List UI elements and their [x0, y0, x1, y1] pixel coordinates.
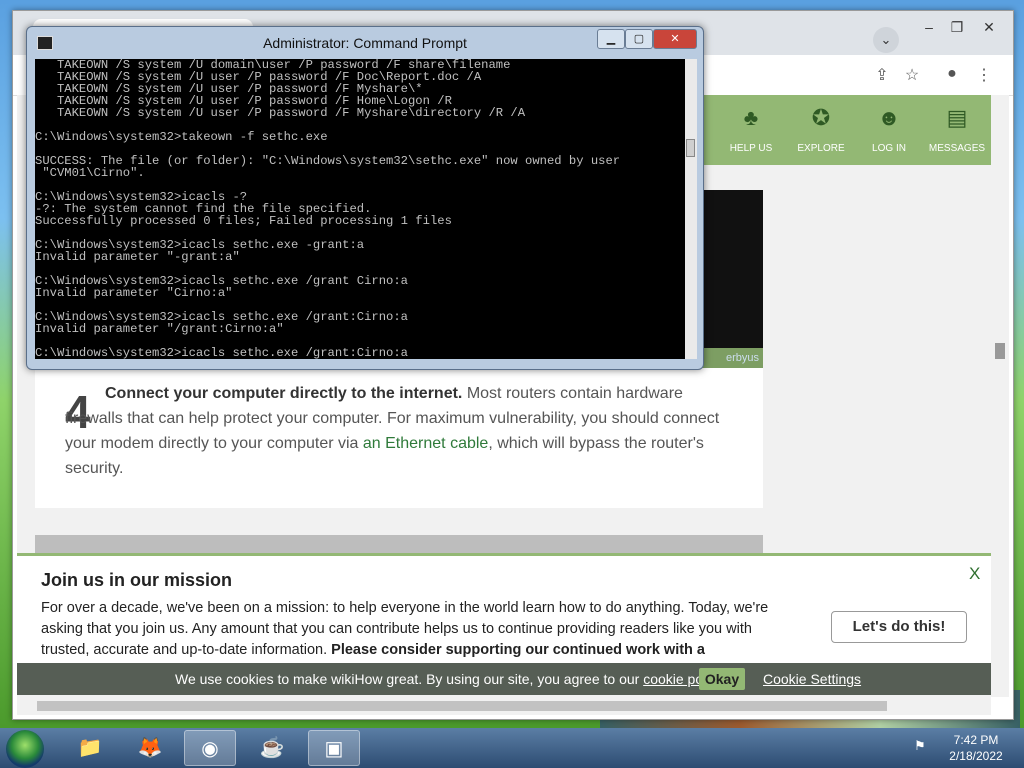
nav-messages[interactable]: ▤ MESSAGES	[923, 95, 991, 165]
banner-body-bold: Please consider supporting our continued…	[331, 642, 705, 658]
cookie-bar: We use cookies to make wikiHow great. By…	[17, 663, 991, 695]
cmd-close-icon[interactable]: ✕	[653, 29, 697, 49]
user-icon: ☻	[877, 105, 901, 130]
chrome-icon[interactable]: ◉	[184, 730, 236, 766]
cmd-titlebar[interactable]: Administrator: Command Prompt ▁ ▢ ✕	[27, 27, 703, 57]
command-prompt-window: Administrator: Command Prompt ▁ ▢ ✕ TAKE…	[26, 26, 704, 370]
close-icon[interactable]: ✕	[975, 17, 1003, 37]
cmd-taskbar-icon[interactable]: ▣	[308, 730, 360, 766]
scrollbar-thumb[interactable]	[995, 343, 1005, 359]
action-center-flag-icon[interactable]: ⚑	[914, 738, 926, 754]
chat-icon: ▤	[946, 105, 968, 130]
maximize-icon[interactable]: ❐	[943, 17, 971, 37]
cmd-console[interactable]: TAKEOWN /S system /U domain\user /P pass…	[35, 59, 685, 359]
banner-close-icon[interactable]: X	[969, 564, 980, 584]
nav-explore[interactable]: ✪ EXPLORE	[787, 95, 855, 165]
start-button[interactable]	[6, 730, 44, 768]
cmd-scrollbar[interactable]	[685, 59, 697, 359]
step-title: Connect your computer directly to the in…	[105, 385, 463, 402]
sprout-icon: ♣	[743, 105, 759, 130]
cookie-settings-link[interactable]: Cookie Settings	[763, 663, 861, 695]
nav-log-in[interactable]: ☻ LOG IN	[855, 95, 923, 165]
step-text: Connect your computer directly to the in…	[65, 381, 725, 481]
cmd-minimize-icon[interactable]: ▁	[597, 29, 625, 49]
tab-search-dropdown-icon[interactable]: ⌄	[873, 27, 899, 53]
taskbar: 📁 🦊 ◉ ☕ ▣ ⚑ 7:42 PM 2/18/2022	[0, 728, 1024, 768]
file-explorer-icon[interactable]: 📁	[64, 730, 116, 766]
banner-title: Join us in our mission	[41, 570, 233, 590]
clock-date: 2/18/2022	[949, 749, 1003, 763]
page-horizontal-scrollbar[interactable]	[17, 697, 991, 715]
page-vertical-scrollbar[interactable]	[991, 95, 1009, 697]
cookie-message: We use cookies to make wikiHow great. By…	[175, 671, 644, 687]
cmd-output: TAKEOWN /S system /U domain\user /P pass…	[35, 59, 621, 359]
clock-time: 7:42 PM	[953, 733, 999, 747]
menu-kebab-icon[interactable]: ⋮	[973, 65, 995, 85]
clock[interactable]: 7:42 PM 2/18/2022	[936, 732, 1016, 764]
banner-text: For over a decade, we've been on a missi…	[41, 598, 801, 664]
java-app-icon[interactable]: ☕	[246, 730, 298, 766]
nav-label: EXPLORE	[797, 143, 845, 154]
nav-label: HELP US	[729, 143, 773, 154]
nav-help-us[interactable]: ♣ HELP US	[717, 95, 785, 165]
profile-avatar-icon[interactable]: ●	[941, 65, 963, 85]
ethernet-cable-link[interactable]: an Ethernet cable	[363, 435, 488, 452]
compass-icon: ✪	[811, 105, 831, 130]
minimize-icon[interactable]: –	[915, 17, 943, 37]
donation-banner: Join us in our mission For over a decade…	[17, 553, 991, 666]
nav-label: LOG IN	[872, 143, 906, 154]
lets-do-this-button[interactable]: Let's do this!	[831, 611, 967, 643]
cmd-scrollbar-thumb[interactable]	[686, 139, 695, 157]
share-icon[interactable]: ⇪	[871, 65, 893, 85]
cookie-okay-button[interactable]: Okay	[699, 668, 745, 690]
firefox-icon[interactable]: 🦊	[124, 730, 176, 766]
scrollbar-thumb[interactable]	[37, 701, 887, 711]
wikihow-nav: ♣ HELP US ✪ EXPLORE ☻ LOG IN ▤ MESSAGES	[703, 95, 991, 165]
cookie-text: We use cookies to make wikiHow great. By…	[175, 663, 726, 695]
bookmark-star-icon[interactable]: ☆	[901, 65, 923, 85]
nav-label: MESSAGES	[928, 143, 986, 154]
cmd-maximize-icon[interactable]: ▢	[625, 29, 653, 49]
